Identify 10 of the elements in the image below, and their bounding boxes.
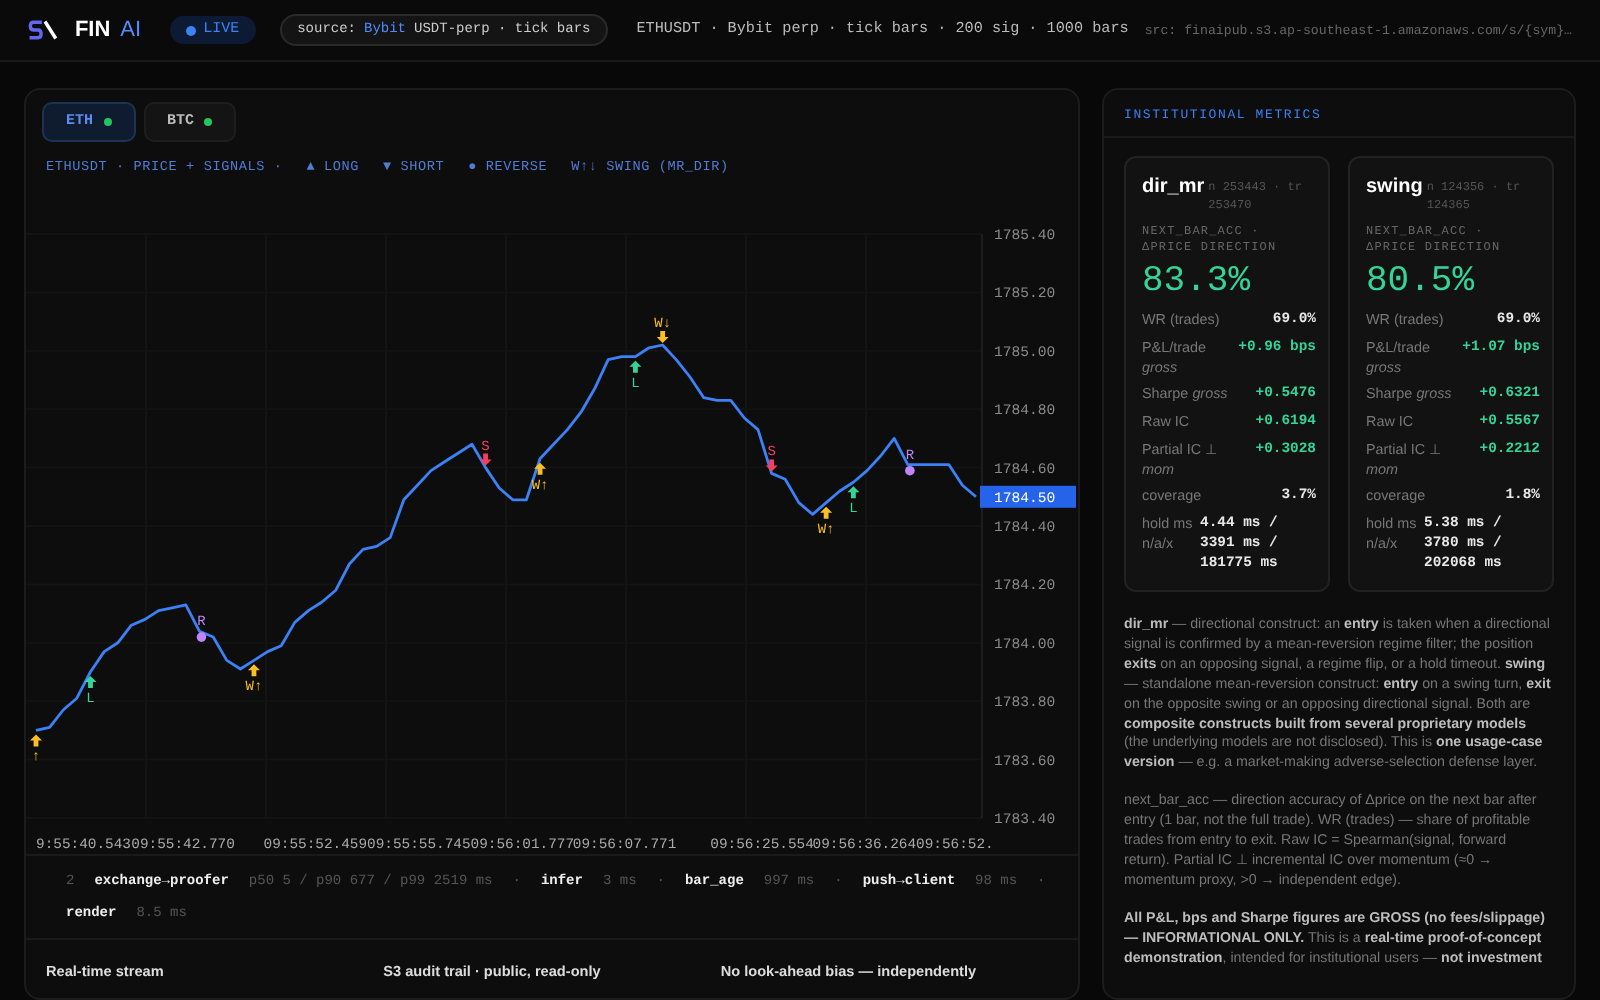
accuracy-value: 83.3% bbox=[1142, 262, 1253, 302]
status-dot-icon bbox=[103, 118, 112, 126]
accuracy-value: 80.5% bbox=[1366, 262, 1477, 302]
construct-name: swing bbox=[1366, 176, 1423, 198]
live-dot-icon bbox=[185, 25, 196, 35]
brand-accent: AI bbox=[120, 18, 142, 42]
logo-icon bbox=[28, 16, 59, 44]
brand-name: FIN bbox=[74, 18, 111, 42]
construct-name: dir_mr bbox=[1142, 176, 1205, 198]
status-dot-icon bbox=[204, 118, 213, 126]
